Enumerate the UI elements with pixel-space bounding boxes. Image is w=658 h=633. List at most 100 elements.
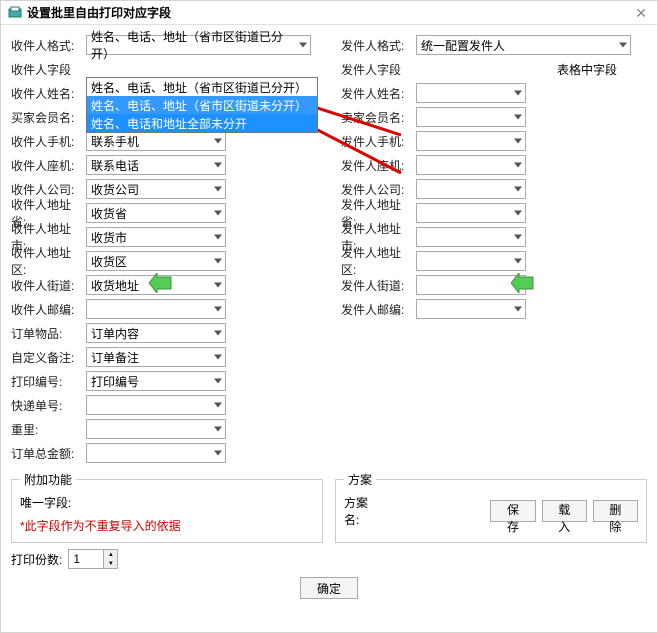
chevron-down-icon [214, 403, 222, 408]
dropdown-option[interactable]: 姓名、电话、地址（省市区街道未分开） [87, 96, 317, 114]
recipient-row-label: 收件人地址区: [11, 244, 86, 278]
recipient-row-value: 收货市 [91, 229, 127, 246]
chevron-down-icon [514, 115, 522, 120]
sender-row-select[interactable] [416, 83, 526, 103]
recipient-row-label: 收件人邮编: [11, 301, 86, 318]
chevron-down-icon [514, 187, 522, 192]
scheme-name-label: 方案名: [344, 494, 382, 528]
recipient-row-select[interactable]: 联系手机 [86, 131, 226, 151]
chevron-down-icon [514, 307, 522, 312]
chevron-down-icon [214, 163, 222, 168]
save-button[interactable]: 保存 [490, 500, 535, 522]
recipient-row-select[interactable]: 打印编号 [86, 371, 226, 391]
sender-row-select[interactable] [416, 227, 526, 247]
sender-table-header: 表格中字段 [416, 61, 647, 78]
recipient-row-select[interactable] [86, 443, 226, 463]
chevron-down-icon [514, 259, 522, 264]
chevron-down-icon [214, 355, 222, 360]
sender-row-label: 发件人公司: [341, 181, 416, 198]
arrow-left-icon [149, 273, 173, 296]
recipient-row-label: 重里: [11, 421, 86, 438]
recipient-row-select[interactable]: 收货区 [86, 251, 226, 271]
chevron-down-icon [214, 259, 222, 264]
sender-field-header: 发件人字段 [341, 61, 416, 78]
chevron-down-icon [214, 331, 222, 336]
scheme-legend: 方案 [344, 471, 376, 488]
unique-field-label: 唯一字段: [20, 494, 71, 511]
recipient-row-select[interactable]: 订单备注 [86, 347, 226, 367]
chevron-down-icon [214, 139, 222, 144]
spin-up-icon[interactable]: ▲ [103, 550, 117, 559]
chevron-down-icon [214, 211, 222, 216]
recipient-format-dropdown[interactable]: 姓名、电话、地址（省市区街道已分开） 姓名、电话、地址（省市区街道未分开） 姓名… [86, 77, 318, 133]
recipient-row-label: 收件人公司: [11, 181, 86, 198]
sender-row-select[interactable] [416, 155, 526, 175]
ok-button[interactable]: 确定 [300, 577, 358, 599]
chevron-down-icon [214, 307, 222, 312]
chevron-down-icon [514, 91, 522, 96]
recipient-row-value: 收货区 [91, 253, 127, 270]
app-icon [7, 5, 23, 21]
dropdown-option[interactable]: 姓名、电话和地址全部未分开 [87, 114, 317, 132]
recipient-row-select[interactable] [86, 419, 226, 439]
recipient-row-select[interactable] [86, 299, 226, 319]
chevron-down-icon [514, 139, 522, 144]
sender-row-label: 发件人座机: [341, 157, 416, 174]
scheme-fieldset: 方案 方案名: 保存 载入 删除 [335, 471, 647, 543]
recipient-row-select[interactable]: 收货省 [86, 203, 226, 223]
print-copies-label: 打印份数: [11, 551, 62, 568]
chevron-down-icon [514, 235, 522, 240]
titlebar: 设置批里自由打印对应字段 ✕ [1, 1, 657, 25]
sender-format-value: 统一配置发件人 [421, 37, 505, 54]
recipient-row-label: 打印编号: [11, 373, 86, 390]
sender-row-label: 发件人手机: [341, 133, 416, 150]
recipient-row-value: 联系手机 [91, 133, 139, 150]
recipient-row-value: 订单内容 [91, 325, 139, 342]
chevron-down-icon [214, 427, 222, 432]
recipient-row-label: 收件人街道: [11, 277, 86, 294]
recipient-row-select[interactable]: 收货公司 [86, 179, 226, 199]
sender-row-select[interactable] [416, 299, 526, 319]
sender-row-label: 发件人姓名: [341, 85, 416, 102]
recipient-row-select[interactable] [86, 395, 226, 415]
dropdown-option[interactable]: 姓名、电话、地址（省市区街道已分开） [87, 78, 317, 96]
recipient-row-value: 收货地址 [91, 277, 139, 294]
sender-row-select[interactable] [416, 251, 526, 271]
recipient-format-value: 姓名、电话、地址（省市区街道已分开） [91, 28, 292, 62]
recipient-row-value: 收货省 [91, 205, 127, 222]
recipient-row-label: 收件人手机: [11, 133, 86, 150]
recipient-row-select[interactable]: 联系电话 [86, 155, 226, 175]
recipient-row-label: 自定义备注: [11, 349, 86, 366]
sender-row-label: 发件人邮编: [341, 301, 416, 318]
chevron-down-icon [514, 163, 522, 168]
sender-row-select[interactable] [416, 203, 526, 223]
recipient-row-label: 收件人座机: [11, 157, 86, 174]
recipient-field-header: 收件人字段 [11, 61, 86, 78]
sender-format-select[interactable]: 统一配置发件人 [416, 35, 631, 55]
recipient-row-label: 快递单号: [11, 397, 86, 414]
sender-row-select[interactable] [416, 107, 526, 127]
load-button[interactable]: 载入 [542, 500, 587, 522]
recipient-row-value: 订单备注 [91, 349, 139, 366]
recipient-row-select[interactable]: 收货市 [86, 227, 226, 247]
spin-down-icon[interactable]: ▼ [103, 559, 117, 568]
delete-button[interactable]: 删除 [593, 500, 638, 522]
recipient-row-label: 订单物品: [11, 325, 86, 342]
sender-row-select[interactable] [416, 179, 526, 199]
close-icon[interactable]: ✕ [635, 5, 647, 22]
sender-row-label: 发件人地址区: [341, 244, 416, 278]
chevron-down-icon [214, 187, 222, 192]
recipient-row-label: 买家会员名: [11, 109, 86, 126]
sender-row-label: 卖家会员名: [341, 109, 416, 126]
sender-row-select[interactable] [416, 131, 526, 151]
chevron-down-icon [514, 211, 522, 216]
chevron-down-icon [299, 43, 307, 48]
recipient-row-select[interactable]: 订单内容 [86, 323, 226, 343]
recipient-row-value: 收货公司 [91, 181, 139, 198]
chevron-down-icon [214, 379, 222, 384]
print-copies-spinner[interactable]: 1 ▲▼ [68, 549, 118, 569]
sender-row-select[interactable] [416, 275, 526, 295]
recipient-row-value: 联系电话 [91, 157, 139, 174]
unique-field-note: *此字段作为不重复导入的依据 [20, 517, 314, 534]
recipient-format-select[interactable]: 姓名、电话、地址（省市区街道已分开） [86, 35, 311, 55]
